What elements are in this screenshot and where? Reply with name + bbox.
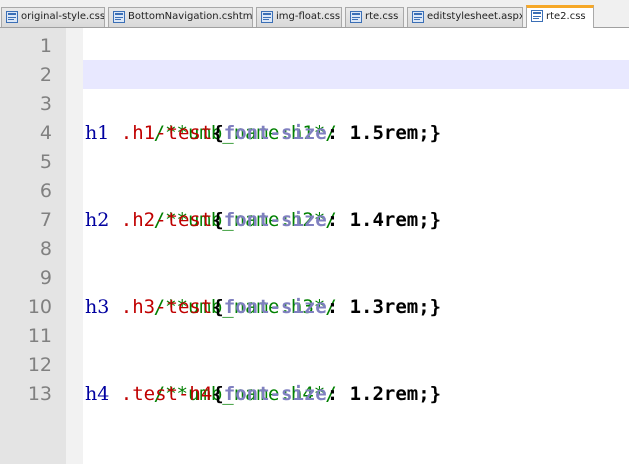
- open-brace: {: [212, 209, 224, 231]
- fold-margin[interactable]: [66, 28, 83, 464]
- line-number: 10: [27, 296, 52, 318]
- tab-bottomnavigation-cshtml[interactable]: BottomNavigation.cshtml: [108, 7, 253, 27]
- css-property: font-size: [223, 383, 327, 405]
- tab-label: rte.css: [365, 11, 399, 22]
- tab-label: BottomNavigation.cshtml: [128, 11, 253, 22]
- open-brace: {: [212, 122, 224, 144]
- selector-tag: h4: [85, 383, 110, 405]
- code-line-rule[interactable]: h4 .test-h4{font-size: 1.2rem;}: [85, 380, 441, 409]
- editor-window: original-style.css BottomNavigation.csht…: [0, 0, 629, 464]
- line-number: 8: [39, 238, 52, 260]
- css-value: 1.2rem;: [338, 383, 430, 405]
- tab-rte-css[interactable]: rte.css: [345, 7, 404, 27]
- current-line-highlight: [83, 60, 629, 89]
- line-number: 1: [39, 35, 52, 57]
- tab-bar: original-style.css BottomNavigation.csht…: [0, 0, 629, 28]
- selector-class: .h3-test: [120, 296, 213, 318]
- code-line-rule[interactable]: h2 .h2-test{font-size: 1.4rem;}: [85, 206, 441, 235]
- line-number: 4: [39, 122, 52, 144]
- css-value: 1.3rem;: [338, 296, 430, 318]
- close-brace: }: [429, 383, 442, 405]
- tab-label: original-style.css: [21, 11, 105, 22]
- selector-class: .test-h4: [120, 383, 213, 405]
- code-editor[interactable]: 1 2 3 4 5 6 7 8 9 10 11 12 13 /**umb_nam…: [0, 28, 629, 464]
- css-property: font-size: [223, 122, 327, 144]
- line-number: 7: [39, 209, 52, 231]
- tab-label: img-float.css: [276, 11, 341, 22]
- close-brace: }: [429, 122, 442, 144]
- tab-label: rte2.css: [546, 11, 586, 22]
- css-value: 1.4rem;: [338, 209, 430, 231]
- file-icon: [261, 11, 273, 23]
- code-line-rule[interactable]: h3 .h3-test{font-size: 1.3rem;}: [85, 293, 441, 322]
- colon: :: [326, 209, 339, 231]
- selector-tag: h2: [85, 209, 110, 231]
- css-property: font-size: [223, 209, 327, 231]
- tab-editstylesheet-aspx[interactable]: editstylesheet.aspx: [407, 7, 523, 27]
- line-number: 12: [27, 354, 52, 376]
- line-number: 11: [27, 325, 52, 347]
- line-number: 2: [39, 64, 52, 86]
- colon: :: [326, 383, 339, 405]
- tab-label: editstylesheet.aspx: [427, 11, 523, 22]
- file-icon: [531, 10, 543, 22]
- line-number: 5: [39, 151, 52, 173]
- file-icon: [113, 11, 125, 23]
- close-brace: }: [429, 296, 442, 318]
- tab-original-style-css[interactable]: original-style.css: [1, 7, 105, 27]
- line-number: 9: [39, 267, 52, 289]
- tab-img-float-css[interactable]: img-float.css: [256, 7, 342, 27]
- css-property: font-size: [223, 296, 327, 318]
- code-line-rule[interactable]: h1 .h1-test{font-size: 1.5rem;}: [85, 119, 441, 148]
- file-icon: [412, 11, 424, 23]
- line-number: 3: [39, 93, 52, 115]
- line-number: 6: [39, 180, 52, 202]
- colon: :: [326, 122, 339, 144]
- colon: :: [326, 296, 339, 318]
- selector-class: .h2-test: [120, 209, 213, 231]
- file-icon: [6, 11, 18, 23]
- close-brace: }: [429, 209, 442, 231]
- tab-rte2-css[interactable]: rte2.css: [526, 5, 594, 28]
- line-number: 13: [27, 383, 52, 405]
- selector-tag: h3: [85, 296, 110, 318]
- open-brace: {: [212, 296, 224, 318]
- css-value: 1.5rem;: [338, 122, 430, 144]
- open-brace: {: [212, 383, 224, 405]
- selector-tag: h1: [85, 122, 110, 144]
- file-icon: [350, 11, 362, 23]
- selector-class: .h1-test: [120, 122, 213, 144]
